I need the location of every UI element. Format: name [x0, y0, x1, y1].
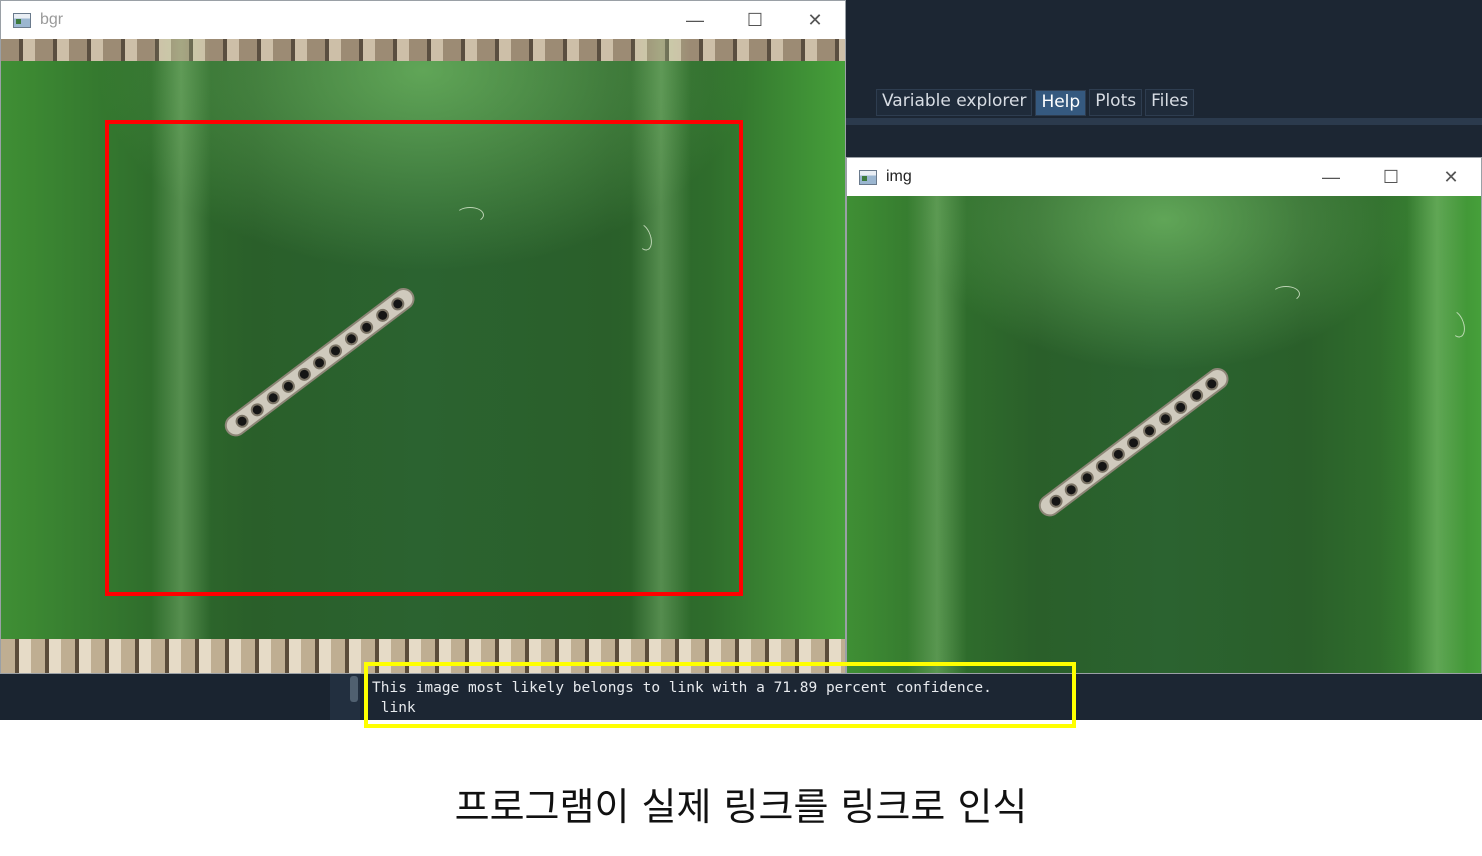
- bgr-titlebar[interactable]: bgr — ☐ ✕: [1, 1, 845, 39]
- img-window: img — ☐ ✕: [846, 157, 1482, 674]
- img-window-title: img: [886, 168, 912, 185]
- detection-bounding-box: [105, 120, 743, 596]
- ide-tab-bar: Variable explorer Help Plots Files: [876, 89, 1195, 116]
- maximize-icon[interactable]: ☐: [725, 1, 785, 39]
- img-cropped-image: [847, 196, 1481, 673]
- light-band: [1407, 196, 1467, 673]
- slide-caption: 프로그램이 실제 링크를 링크로 인식: [454, 785, 1028, 829]
- console-scrollbar[interactable]: [350, 676, 358, 702]
- pane-divider: [846, 118, 1482, 125]
- console-gutter: [0, 672, 330, 720]
- bgr-window-controls: — ☐ ✕: [665, 1, 845, 39]
- lego-link-beam: [1034, 363, 1233, 521]
- console-highlight-box: [364, 662, 1076, 728]
- app-window-icon: [859, 169, 877, 185]
- close-icon[interactable]: ✕: [1421, 158, 1481, 196]
- tab-variable-explorer[interactable]: Variable explorer: [876, 89, 1033, 116]
- tab-files[interactable]: Files: [1145, 89, 1195, 116]
- img-titlebar[interactable]: img — ☐ ✕: [847, 158, 1481, 196]
- tab-plots[interactable]: Plots: [1089, 89, 1143, 116]
- belt-scratch: [1272, 286, 1300, 302]
- tab-help[interactable]: Help: [1035, 90, 1087, 116]
- bgr-window-title: bgr: [40, 11, 64, 28]
- close-icon[interactable]: ✕: [785, 1, 845, 39]
- app-window-icon: [13, 12, 31, 28]
- conveyor-top-edge: [1, 39, 845, 61]
- minimize-icon[interactable]: —: [1301, 158, 1361, 196]
- maximize-icon[interactable]: ☐: [1361, 158, 1421, 196]
- bgr-window: bgr — ☐ ✕: [0, 0, 846, 674]
- light-band: [907, 196, 967, 673]
- bgr-camera-image: [1, 39, 845, 673]
- minimize-icon[interactable]: —: [665, 1, 725, 39]
- img-window-controls: — ☐ ✕: [1301, 158, 1481, 196]
